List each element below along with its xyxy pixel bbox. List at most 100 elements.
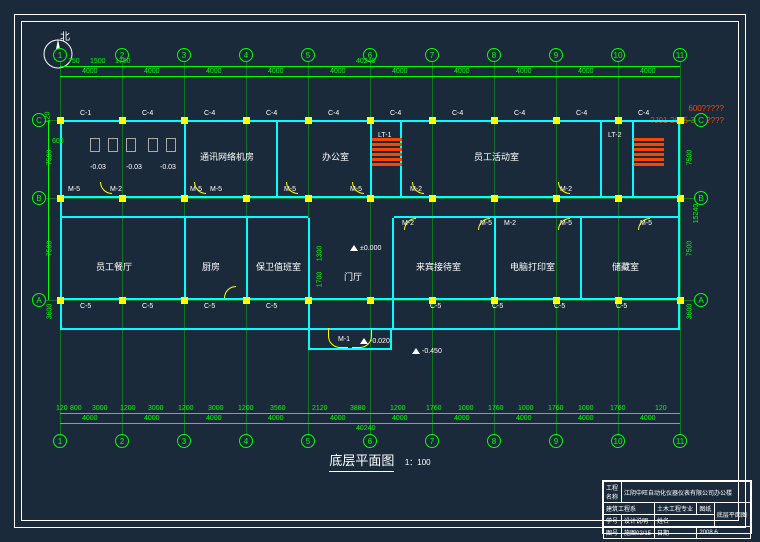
dim-line	[60, 66, 680, 67]
dim: 4000	[206, 68, 222, 75]
grid-bubble: 4	[239, 434, 253, 448]
dim: 4000	[392, 68, 408, 75]
dim: 4000	[454, 68, 470, 75]
window-tag: C-4	[576, 110, 587, 117]
room-label: 办公室	[322, 150, 349, 163]
dim: 4000	[454, 415, 470, 422]
dim: 7500	[46, 241, 53, 257]
grid-bubble: 11	[673, 434, 687, 448]
dim: 4000	[144, 68, 160, 75]
fixture-wc	[108, 138, 118, 152]
door-tag: M-2	[504, 220, 516, 227]
partition	[580, 218, 582, 300]
dim-total: 40240	[356, 425, 375, 432]
stair-2	[634, 138, 664, 168]
grid-bubble: 5	[301, 48, 315, 62]
door-tag: M-5	[210, 186, 222, 193]
room-label: 厨房	[202, 260, 220, 273]
north-label: 北	[60, 28, 70, 43]
fixture-wc	[148, 138, 158, 152]
tb-cell: 施图02/15	[622, 527, 655, 539]
dim: 4000	[268, 415, 284, 422]
dim: 4000	[578, 415, 594, 422]
dim: 3560	[270, 405, 286, 412]
window-tag: C-5	[142, 303, 153, 310]
window-tag: C-4	[328, 110, 339, 117]
grid-bubble: C	[694, 113, 708, 127]
dim: 120	[56, 405, 68, 412]
fixture-wc	[166, 138, 176, 152]
partition	[392, 218, 394, 330]
grid-bubble: 6	[363, 434, 377, 448]
partition	[246, 218, 248, 300]
dim: 1200	[120, 405, 136, 412]
room-label: 通讯网络机房	[200, 150, 254, 163]
window-tag: C-4	[452, 110, 463, 117]
tb-project: 江阴中旺自动化仪器仪表有限公司办公楼	[622, 482, 751, 503]
partition	[308, 218, 310, 330]
tb-cell: 姓名	[655, 515, 715, 527]
grid-bubble: 10	[611, 434, 625, 448]
grid-bubble: 8	[487, 48, 501, 62]
grid-bubble: 5	[301, 434, 315, 448]
grid-bubble: 9	[549, 48, 563, 62]
dim-line	[60, 423, 680, 424]
partition	[276, 122, 278, 197]
dim: 1700	[316, 272, 323, 288]
window-tag: C-5	[492, 303, 503, 310]
window-tag: C-5	[80, 303, 91, 310]
dim-total: 40240	[356, 58, 375, 65]
drawing-title: 底层平面图 1：100	[280, 450, 480, 472]
window-tag: C-4	[142, 110, 153, 117]
tb-cell: 设计说明	[622, 515, 655, 527]
room-label: 储藏室	[612, 260, 639, 273]
dim: 4000	[578, 68, 594, 75]
door-tag: M-5	[68, 186, 80, 193]
room-label: 员工活动室	[474, 150, 519, 163]
corridor-wall-lower2	[394, 216, 678, 218]
fixture-wc	[126, 138, 136, 152]
dim-line	[60, 76, 680, 77]
title-text: 底层平面图	[329, 450, 394, 472]
partition	[184, 122, 186, 197]
room-label: 员工餐厅	[96, 260, 132, 273]
dim: 120	[655, 405, 667, 412]
dim: 2120	[312, 405, 328, 412]
dim: 4000	[392, 415, 408, 422]
dim: 1200	[238, 405, 254, 412]
dim: 3000	[208, 405, 224, 412]
dim: 120	[44, 112, 51, 124]
grid-bubble: 4	[239, 48, 253, 62]
tb-cell: 图号	[604, 527, 622, 539]
dim: 1760	[548, 405, 564, 412]
dim: 4000	[640, 68, 656, 75]
dim: 4000	[82, 68, 98, 75]
dim: 1500	[90, 58, 106, 65]
window-tag: C-4	[514, 110, 525, 117]
stair-tag: LT-2	[608, 132, 622, 139]
dim: 1200	[390, 405, 406, 412]
tb-cell: 土木工程专业	[655, 503, 697, 515]
dim: 1300	[316, 246, 323, 262]
window-tag: C-5	[204, 303, 215, 310]
dim: 3600	[687, 304, 694, 320]
elevation-marker: -0.450	[412, 348, 442, 355]
tb-projlabel: 工程名称	[604, 482, 622, 503]
grid-bubble: A	[32, 293, 46, 307]
grid-bubble: 2	[115, 434, 129, 448]
window-tag: C-4	[638, 110, 649, 117]
tb-cell: 图纸	[697, 503, 715, 515]
dim: 4000	[516, 68, 532, 75]
title-block: 工程名称 江阴中旺自动化仪器仪表有限公司办公楼 建筑工程系 土木工程专业 图纸 …	[602, 480, 752, 534]
tb-sheet: 底层平面图	[714, 503, 750, 527]
grid-bubble: 7	[425, 48, 439, 62]
dim: 1760	[610, 405, 626, 412]
room-label: 电脑打印室	[510, 260, 555, 273]
dim: 1750	[115, 58, 131, 65]
dim: 750	[68, 58, 80, 65]
dim: 800	[70, 405, 82, 412]
fixture-wc	[90, 138, 100, 152]
dim: 3880	[350, 405, 366, 412]
dim: 4000	[268, 68, 284, 75]
dim: 4000	[330, 68, 346, 75]
